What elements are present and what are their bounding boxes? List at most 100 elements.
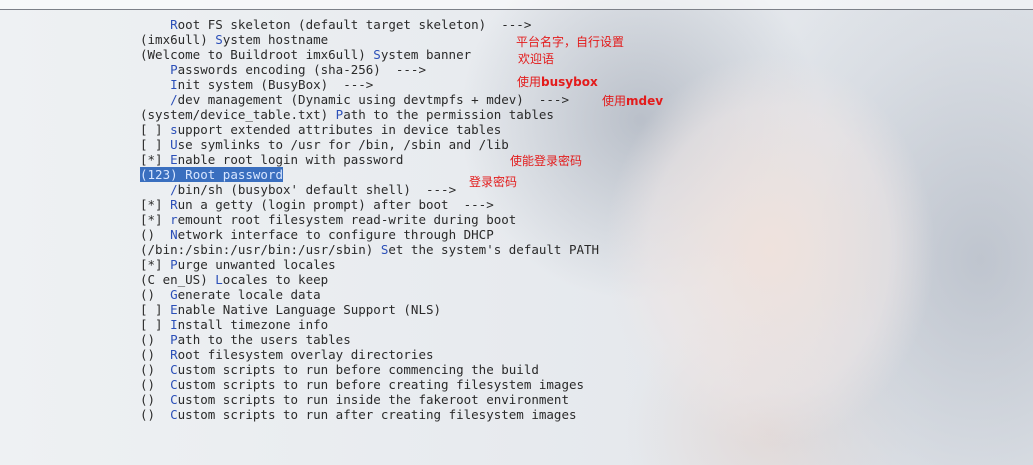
menu-item-hotkey: R — [170, 17, 178, 32]
menu-item-hotkey: s — [170, 122, 178, 137]
menu-item-label: ustom scripts to run inside the fakeroot… — [177, 392, 569, 407]
menu-item-label: ath to the users tables — [177, 332, 351, 347]
menu-item-prefix: [*] — [140, 212, 171, 227]
menu-item-label: emount root filesystem read-write during… — [177, 212, 517, 227]
menu-item-label: upport extended attributes in device tab… — [177, 122, 502, 137]
menu-item-label: etwork interface to configure through DH… — [177, 227, 494, 242]
mdev-annotation: 使用mdev — [602, 94, 664, 108]
menu-item-hotkey: S — [215, 32, 223, 47]
menu-item-prefix: [ ] — [140, 122, 171, 137]
menu-item-prefix: [ ] — [140, 137, 171, 152]
menu-item-hotkey: E — [170, 302, 178, 317]
menu-item-prefix: () — [140, 227, 171, 242]
menu-item-hotkey: P — [170, 332, 178, 347]
password-annotation: 登录密码 — [469, 175, 518, 189]
menu-item-label: oot filesystem overlay directories — [177, 347, 434, 362]
menu-item-hotkey: C — [170, 362, 178, 377]
menu-item-label: ustom scripts to run before commencing t… — [177, 362, 539, 377]
menu-item-label: et the system's default PATH — [388, 242, 600, 257]
menu-item-hotkey: U — [170, 137, 178, 152]
menu-item[interactable]: (system/device_table.txt) Path to the pe… — [140, 107, 599, 122]
menu-item[interactable]: () Custom scripts to run before creating… — [140, 377, 599, 392]
menu-item-prefix: () — [140, 332, 171, 347]
menu-item-label: ustom scripts to run after creating file… — [177, 407, 577, 422]
menu-item[interactable]: [*] Run a getty (login prompt) after boo… — [140, 197, 599, 212]
menu-item-label: se symlinks to /usr for /bin, /sbin and … — [177, 137, 509, 152]
busybox-annotation: 使用busybox — [517, 75, 598, 89]
menu-item[interactable]: (C en_US) Locales to keep — [140, 272, 599, 287]
menu-item-hotkey: I — [170, 317, 178, 332]
menu-item-hotkey: C — [170, 407, 178, 422]
menu-item-hotkey: I — [170, 77, 178, 92]
menu-item-hotkey: P — [170, 62, 178, 77]
menu-item-prefix — [140, 17, 170, 32]
menu-item[interactable]: () Generate locale data — [140, 287, 599, 302]
menu-item[interactable]: [*] remount root filesystem read-write d… — [140, 212, 599, 227]
menu-item-prefix: [*] — [140, 197, 171, 212]
menu-item[interactable]: () Path to the users tables — [140, 332, 599, 347]
menu-item-prefix: () — [140, 362, 171, 377]
menu-item[interactable]: [ ] Install timezone info — [140, 317, 599, 332]
menu-item-selected[interactable]: (123) Root password — [140, 167, 599, 182]
menu-item-label: nable root login with password — [177, 152, 404, 167]
menu-item-hotkey: C — [170, 392, 178, 407]
menu-item-hotkey: R — [170, 347, 178, 362]
menu-item-prefix: () — [140, 287, 171, 302]
menu-item-prefix: (Welcome to Buildroot imx6ull) — [140, 47, 374, 62]
menu-item-prefix: [ ] — [140, 317, 171, 332]
root-login-annotation: 使能登录密码 — [510, 154, 583, 168]
menu-item-hotkey: / — [170, 92, 178, 107]
hostname-annotation: 平台名字，自行设置 — [516, 35, 625, 49]
menu-item[interactable]: () Root filesystem overlay directories — [140, 347, 599, 362]
menu-item-label: asswords encoding (sha-256) ---> — [177, 62, 426, 77]
menu-item[interactable]: () Network interface to configure throug… — [140, 227, 599, 242]
menu-item-prefix — [140, 182, 170, 197]
menu-item-prefix: [*] — [140, 257, 171, 272]
menu-item-label: oot FS skeleton (default target skeleton… — [177, 17, 532, 32]
menu-item-label: oot password — [192, 167, 283, 182]
menu-item-label: ocales to keep — [222, 272, 329, 287]
menu-item-prefix: (system/device_table.txt) — [140, 107, 336, 122]
menu-item-prefix — [140, 77, 170, 92]
menu-item[interactable]: [ ] support extended attributes in devic… — [140, 122, 599, 137]
menu-item-prefix: (/bin:/sbin:/usr/bin:/usr/sbin) — [140, 242, 381, 257]
menu-item[interactable]: [*] Purge unwanted locales — [140, 257, 599, 272]
menu-item-prefix: (C en_US) — [140, 272, 216, 287]
menu-item-hotkey: R — [185, 167, 193, 182]
banner-annotation: 欢迎语 — [518, 52, 555, 66]
menu-item-label: nable Native Language Support (NLS) — [177, 302, 442, 317]
menu-item-hotkey: L — [215, 272, 223, 287]
menu-item-label: nstall timezone info — [177, 317, 329, 332]
menu-item[interactable]: () Custom scripts to run before commenci… — [140, 362, 599, 377]
menu-item-prefix: [*] — [140, 152, 171, 167]
menu-item[interactable]: () Custom scripts to run inside the fake… — [140, 392, 599, 407]
menu-item-prefix: () — [140, 392, 171, 407]
menu-item[interactable]: /dev management (Dynamic using devtmpfs … — [140, 92, 599, 107]
menu-item[interactable]: /bin/sh (busybox' default shell) ---> — [140, 182, 599, 197]
menu-item[interactable]: () Custom scripts to run after creating … — [140, 407, 599, 422]
menu-item-label: dev management (Dynamic using devtmpfs +… — [177, 92, 569, 107]
menu-item-prefix: (123) — [140, 167, 186, 182]
menu-item-label: ustom scripts to run before creating fil… — [177, 377, 585, 392]
menu-item[interactable]: [ ] Enable Native Language Support (NLS) — [140, 302, 599, 317]
menu-item-prefix — [140, 92, 170, 107]
menu-item-prefix: () — [140, 377, 171, 392]
menu-item-hotkey: G — [170, 287, 178, 302]
menu-item-label: bin/sh (busybox' default shell) ---> — [177, 182, 457, 197]
menu-item[interactable]: (/bin:/sbin:/usr/bin:/usr/sbin) Set the … — [140, 242, 599, 257]
menu-item-hotkey: E — [170, 152, 178, 167]
menu-item-hotkey: N — [170, 227, 178, 242]
menu-item-label: enerate locale data — [177, 287, 321, 302]
menu-item-hotkey: r — [170, 212, 178, 227]
menu-item-prefix: () — [140, 347, 171, 362]
menu-item-label: un a getty (login prompt) after boot ---… — [177, 197, 494, 212]
menu-item-label: ath to the permission tables — [343, 107, 554, 122]
menu-item-hotkey: C — [170, 377, 178, 392]
menu-item-label: urge unwanted locales — [177, 257, 336, 272]
menu-item[interactable]: Root FS skeleton (default target skeleto… — [140, 17, 599, 32]
menu-item-hotkey: R — [170, 197, 178, 212]
menu-item-hotkey: P — [170, 257, 178, 272]
menu-item[interactable]: [ ] Use symlinks to /usr for /bin, /sbin… — [140, 137, 599, 152]
menu-item-prefix: (imx6ull) — [140, 32, 216, 47]
menu-item-hotkey: S — [373, 47, 381, 62]
